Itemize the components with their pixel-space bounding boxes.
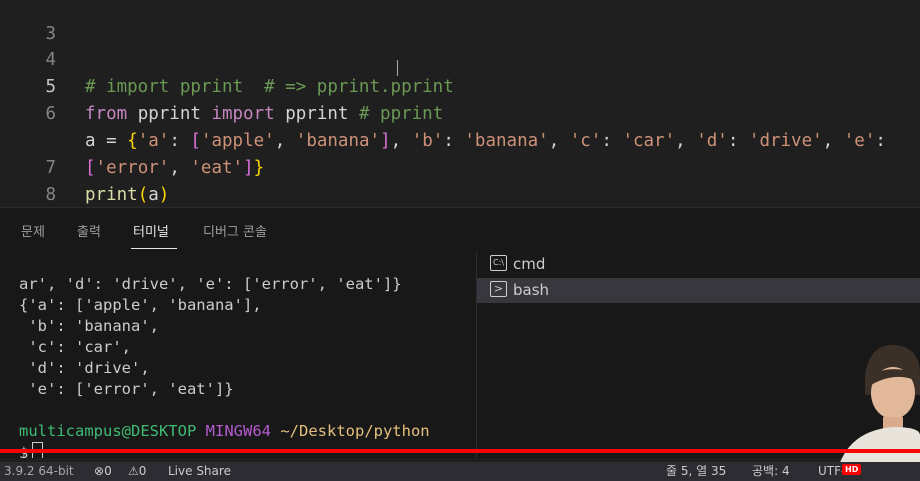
- prompt-user: multicampus@DESKTOP: [19, 422, 197, 440]
- cursor-position[interactable]: 줄 5, 열 35: [666, 462, 726, 481]
- indentation[interactable]: 공백: 4: [752, 462, 790, 481]
- panel-tabs: 문제 출력 터미널 디버그 콘솔: [0, 208, 920, 252]
- terminal-line: {'a': ['apple', 'banana'],: [19, 296, 262, 314]
- error-count[interactable]: ⊗ 0: [94, 462, 112, 481]
- live-share[interactable]: Live Share: [168, 462, 231, 481]
- hd-badge: HD: [842, 464, 862, 475]
- prompt-env: MINGW64: [205, 422, 271, 440]
- warning-count[interactable]: ⚠ 0: [128, 462, 146, 481]
- code-editor[interactable]: 3 4 # import pprint # => pprint.pprint 5…: [0, 0, 920, 207]
- bottom-panel: 문제 출력 터미널 디버그 콘솔 ar', 'd': 'drive', 'e':…: [0, 207, 920, 458]
- terminal-line: 'd': 'drive',: [19, 359, 150, 377]
- code-line-7[interactable]: 7 print(a): [0, 128, 920, 205]
- code-line-6-wrapped[interactable]: ['error', 'eat']}: [0, 101, 920, 178]
- webcam-overlay: [835, 335, 920, 481]
- video-progress-bar[interactable]: [0, 449, 920, 453]
- active-tab-indicator: [131, 248, 177, 249]
- tab-problems[interactable]: 문제: [21, 221, 45, 240]
- cmd-icon: C:\: [490, 255, 507, 271]
- terminal-prompt: multicampus@DESKTOP MINGW64 ~/Desktop/py…: [19, 421, 430, 442]
- python-interpreter[interactable]: 3.9.2 64-bit: [4, 462, 74, 481]
- terminal-line: 'e': ['error', 'eat']}: [19, 380, 234, 398]
- prompt-path: ~/Desktop/python: [280, 422, 430, 440]
- terminal-output[interactable]: ar', 'd': 'drive', 'e': ['error', 'eat']…: [0, 252, 476, 458]
- tab-terminal[interactable]: 터미널: [133, 221, 169, 240]
- code-line-6[interactable]: 6 a = {'a': ['apple', 'banana'], 'b': 'b…: [0, 74, 920, 151]
- tab-debug-console[interactable]: 디버그 콘솔: [203, 221, 267, 240]
- code-line-8[interactable]: 8 pprint(a): [0, 155, 920, 205]
- terminal-line: 'c': 'car',: [19, 338, 131, 356]
- status-bar: 3.9.2 64-bit ⊗ 0 ⚠ 0 Live Share 줄 5, 열 3…: [0, 462, 920, 481]
- terminal-item-label: bash: [513, 281, 550, 299]
- code-line-4[interactable]: 4 # import pprint # => pprint.pprint: [0, 20, 920, 97]
- tab-output[interactable]: 출력: [77, 221, 101, 240]
- bash-icon: >: [490, 281, 507, 297]
- terminal-line: ar', 'd': 'drive', 'e': ['error', 'eat']…: [19, 275, 402, 293]
- terminal-item-cmd[interactable]: C:\ cmd: [477, 252, 920, 277]
- line-number: 8: [45, 185, 56, 205]
- presenter-image: [835, 344, 920, 481]
- function-name: print: [85, 185, 138, 205]
- code-line-3[interactable]: 3: [0, 0, 920, 44]
- code-line-5[interactable]: 5 from pprint import pprint # pprint: [0, 47, 920, 124]
- terminal-item-bash[interactable]: > bash: [477, 278, 920, 303]
- terminal-line: 'b': 'banana',: [19, 317, 159, 335]
- terminal-item-label: cmd: [513, 255, 546, 273]
